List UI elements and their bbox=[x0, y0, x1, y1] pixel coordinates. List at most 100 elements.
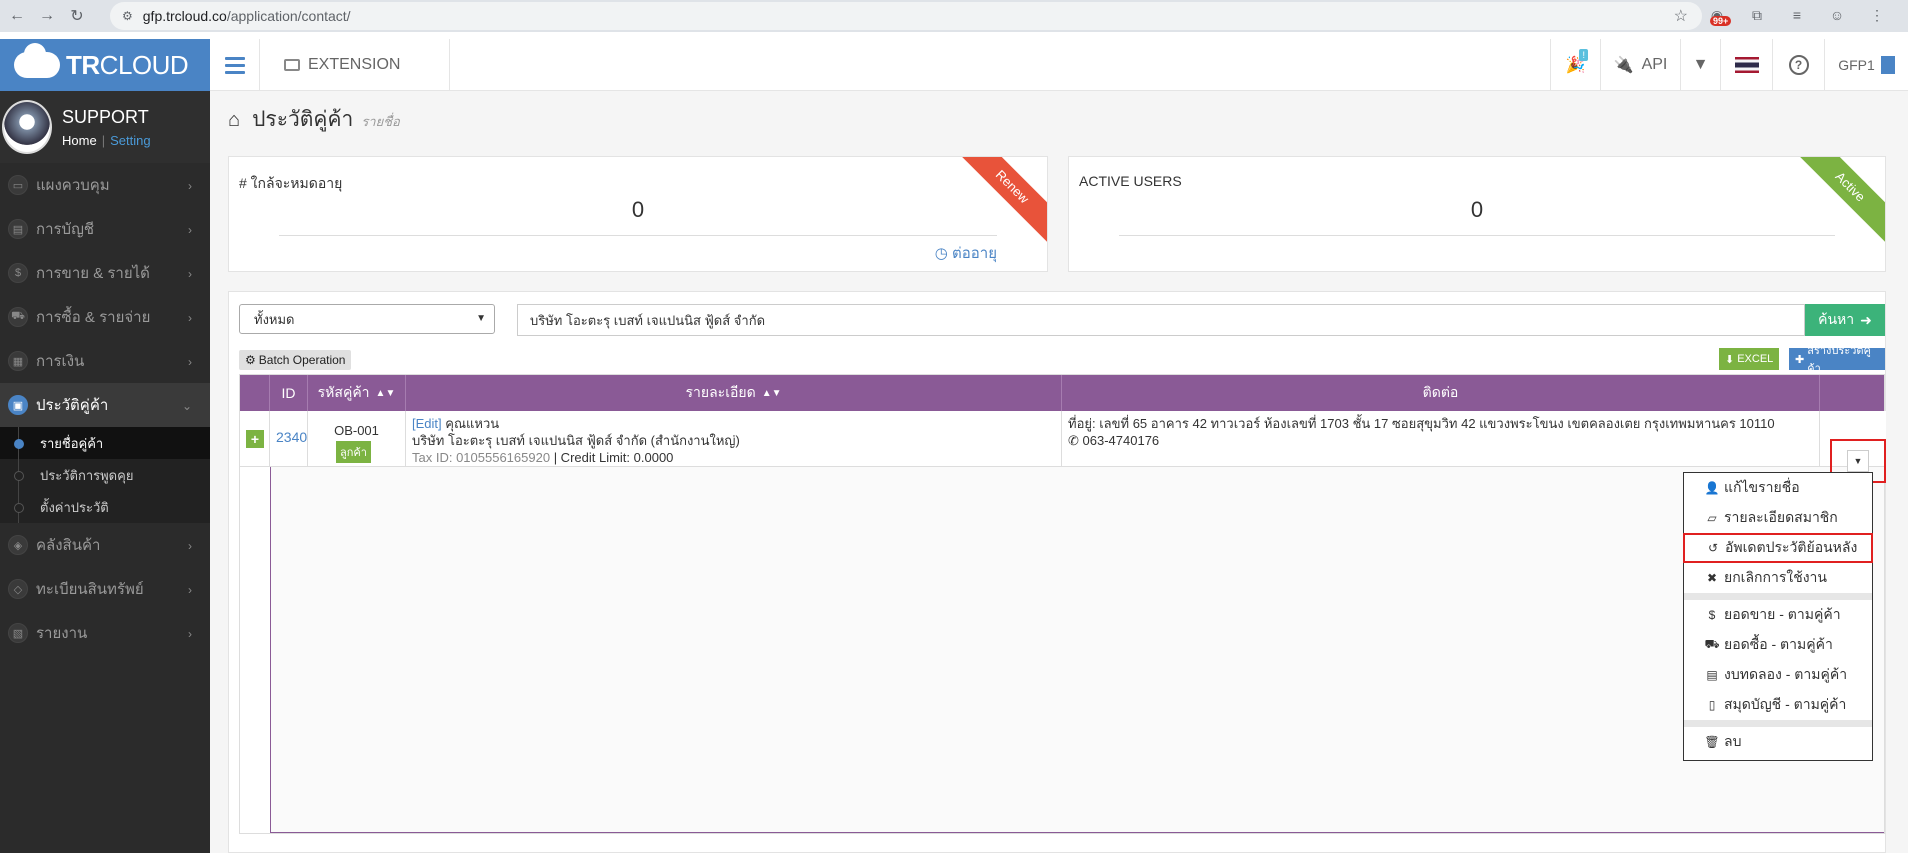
dropdown-item-label: แก้ไขรายชื่อ bbox=[1724, 479, 1800, 495]
sidebar-item-contacts[interactable]: ▣ ประวัติคู่ค้า ⌄ bbox=[0, 383, 210, 427]
table-body-area bbox=[270, 467, 1884, 833]
row-actions-caret-button[interactable]: ▼ bbox=[1847, 450, 1869, 472]
extensions-puzzle-icon[interactable]: ⧉ bbox=[1746, 4, 1768, 26]
language-button[interactable] bbox=[1720, 39, 1772, 91]
home-icon[interactable]: ⌂ bbox=[228, 109, 240, 132]
chevron-right-icon: › bbox=[188, 267, 192, 281]
contacts-table: ID รหัสคู่ค้า ▲▼ รายละเอียด ▲▼ ติดต่อ + 23… bbox=[239, 374, 1886, 834]
header-detail[interactable]: รายละเอียด ▲▼ bbox=[406, 375, 1062, 411]
search-button-label: ค้นหา bbox=[1818, 311, 1855, 327]
sidebar-item-a-0[interactable]: ▭ แผงควบคุม › bbox=[0, 163, 210, 207]
renew-link[interactable]: ◷ ต่ออายุ bbox=[935, 241, 997, 265]
create-contact-button[interactable]: ✚ สร้างประวัติคู่ค้า bbox=[1789, 345, 1885, 375]
dropdown-item-group1-2[interactable]: ↺ อัพเดตประวัติย้อนหลัง bbox=[1683, 533, 1873, 563]
cart-icon: ⛟ bbox=[8, 307, 28, 327]
plug-icon: 🔌 bbox=[1613, 57, 1634, 74]
chevron-right-icon: › bbox=[188, 311, 192, 325]
header-code[interactable]: รหัสคู่ค้า ▲▼ bbox=[308, 375, 406, 411]
browser-menu-icon[interactable]: ⋮ bbox=[1866, 4, 1888, 26]
sidebar-item-label: การบัญชี bbox=[36, 221, 95, 238]
dropdown-item-label: ยอดซื้อ - ตามคู่ค้า bbox=[1724, 636, 1833, 652]
row-contact: ที่อยู่: เลขที่ 65 อาคาร 42 ทาวเวอร์ ห้อ… bbox=[1062, 411, 1820, 466]
avatar bbox=[2, 100, 52, 154]
sidebar-item-label: คลังสินค้า bbox=[36, 537, 101, 554]
excel-button[interactable]: ⬇ EXCEL bbox=[1719, 348, 1780, 370]
search-input[interactable]: บริษัท โอะตะรุ เบสท์ เจแปนนิส ฟู้ดส์ จำก… bbox=[517, 304, 1805, 336]
chevron-right-icon: › bbox=[188, 223, 192, 237]
api-button[interactable]: 🔌 API bbox=[1600, 39, 1680, 91]
dropdown-item-group2-3[interactable]: ▯ สมุดบัญชี - ตามคู่ค้า bbox=[1684, 690, 1872, 720]
sidebar-item-a-4[interactable]: ▦ การเงิน › bbox=[0, 339, 210, 383]
dropdown-item-group1-1[interactable]: ▱ รายละเอียดสมาชิก bbox=[1684, 503, 1872, 533]
search-button[interactable]: ค้นหา ➜ bbox=[1805, 304, 1885, 336]
sidebar-item-b-2[interactable]: ▧ รายงาน › bbox=[0, 611, 210, 655]
sidebar-item-a-1[interactable]: ▤ การบัญชี › bbox=[0, 207, 210, 251]
announcement-button[interactable]: 🎉 ! bbox=[1550, 39, 1600, 91]
main-content: ⌂ ประวัติคู่ค้า รายชื่อ # ใกล้จะหมดอายุ … bbox=[210, 91, 1908, 853]
sidebar-item-a-3[interactable]: ⛟ การซื้อ & รายจ่าย › bbox=[0, 295, 210, 339]
gear-icon: ⚙ bbox=[245, 353, 256, 367]
address-bar[interactable]: ⚙ gfp.trcloud.co/application/contact/ ☆ bbox=[110, 2, 1702, 30]
reload-icon[interactable]: ↻ bbox=[64, 3, 90, 29]
browser-toolbar: ← → ↻ ⚙ gfp.trcloud.co/application/conta… bbox=[0, 0, 1908, 32]
contact-person: คุณแหวน bbox=[445, 416, 500, 431]
cloud-logo-icon bbox=[14, 43, 60, 78]
submenu-item-history-settings[interactable]: ตั้งค่าประวัติ bbox=[0, 491, 210, 523]
submenu-item-conversation-history[interactable]: ประวัติการพูดคุย bbox=[0, 459, 210, 491]
active-users-value: 0 bbox=[1470, 197, 1484, 222]
api-label: API bbox=[1641, 56, 1668, 73]
select-value: ทั้งหมด bbox=[254, 311, 295, 327]
trash-icon: 🗑 bbox=[1704, 735, 1720, 749]
history-icon: ↺ bbox=[1707, 541, 1719, 555]
sidebar-item-b-1[interactable]: ◇ ทะเบียนสินทรัพย์ › bbox=[0, 567, 210, 611]
dropdown-item-label: รายละเอียดสมาชิก bbox=[1724, 509, 1838, 525]
dropdown-item-group2-1[interactable]: ⛟ ยอดซื้อ - ตามคู่ค้า bbox=[1684, 630, 1872, 660]
hamburger-menu-icon[interactable] bbox=[210, 39, 260, 91]
batch-operation-button[interactable]: ⚙ Batch Operation bbox=[239, 350, 352, 370]
caret-dropdown-button[interactable]: ▼ bbox=[1680, 39, 1720, 91]
sidebar-item-a-2[interactable]: $ การขาย & รายได้ › bbox=[0, 251, 210, 295]
contact-icon: ▣ bbox=[8, 395, 28, 415]
site-info-icon[interactable]: ⚙ bbox=[122, 9, 133, 23]
book-icon: ▤ bbox=[1706, 668, 1718, 682]
chevron-right-icon: › bbox=[188, 355, 192, 369]
setting-link[interactable]: Setting bbox=[110, 133, 150, 148]
select-caret-icon: ▼ bbox=[476, 313, 486, 324]
active-users-label: ACTIVE USERS bbox=[1079, 173, 1182, 189]
chevron-right-icon: › bbox=[188, 539, 192, 553]
dropdown-item-group1-3[interactable]: ✖ ยกเลิกการใช้งาน bbox=[1684, 563, 1872, 593]
profile-name: SUPPORT bbox=[62, 106, 149, 127]
row-code: OB-001 bbox=[334, 423, 379, 438]
extension-button[interactable]: EXTENSION bbox=[260, 39, 450, 91]
extension-badge-icon[interactable]: ◉ 99+ bbox=[1706, 4, 1732, 26]
url-host: gfp.trcloud.co bbox=[142, 8, 227, 24]
dropdown-item-group2-0[interactable]: $ ยอดขาย - ตามคู่ค้า bbox=[1684, 600, 1872, 630]
bookmark-star-icon[interactable]: ☆ bbox=[1674, 6, 1688, 26]
media-icon[interactable]: ≡ bbox=[1786, 4, 1808, 26]
home-link[interactable]: Home bbox=[62, 133, 97, 148]
sidebar-item-b-0[interactable]: ◈ คลังสินค้า › bbox=[0, 523, 210, 567]
edit-link[interactable]: [Edit] bbox=[412, 416, 442, 431]
report-icon: ▧ bbox=[8, 623, 28, 643]
header-id[interactable]: ID bbox=[270, 375, 308, 411]
table-header: ID รหัสคู่ค้า ▲▼ รายละเอียด ▲▼ ติดต่อ bbox=[240, 375, 1884, 411]
dropdown-item-group1-0[interactable]: 👤 แก้ไขรายชื่อ bbox=[1684, 473, 1872, 503]
logo[interactable]: TRCLOUD bbox=[0, 39, 210, 91]
help-button[interactable]: ? bbox=[1772, 39, 1824, 91]
monitor-icon bbox=[284, 59, 300, 71]
forward-icon[interactable]: → bbox=[34, 3, 60, 29]
profile-avatar-icon[interactable]: ☺ bbox=[1826, 4, 1848, 26]
row-id-link[interactable]: 2340 bbox=[276, 429, 307, 445]
back-icon[interactable]: ← bbox=[4, 3, 30, 29]
expand-row-icon[interactable]: + bbox=[246, 430, 264, 448]
company-button[interactable]: GFP1 bbox=[1824, 39, 1908, 91]
phone-icon: ✆ bbox=[1068, 433, 1079, 448]
chevron-right-icon: › bbox=[188, 627, 192, 641]
submenu-item-contact-list[interactable]: รายชื่อคู่ค้า bbox=[0, 427, 210, 459]
tax-id: Tax ID: 0105556165920 bbox=[412, 450, 551, 465]
contacts-panel: ทั้งหมด ▼ บริษัท โอะตะรุ เบสท์ เจแปนนิส … bbox=[228, 291, 1886, 853]
type-filter-select[interactable]: ทั้งหมด ▼ bbox=[239, 304, 495, 334]
dropdown-item-group3-0[interactable]: 🗑 ลบ bbox=[1684, 727, 1872, 757]
dropdown-item-group2-2[interactable]: ▤ งบทดลอง - ตามคู่ค้า bbox=[1684, 660, 1872, 690]
sidebar-item-label: ประวัติคู่ค้า bbox=[36, 397, 109, 414]
